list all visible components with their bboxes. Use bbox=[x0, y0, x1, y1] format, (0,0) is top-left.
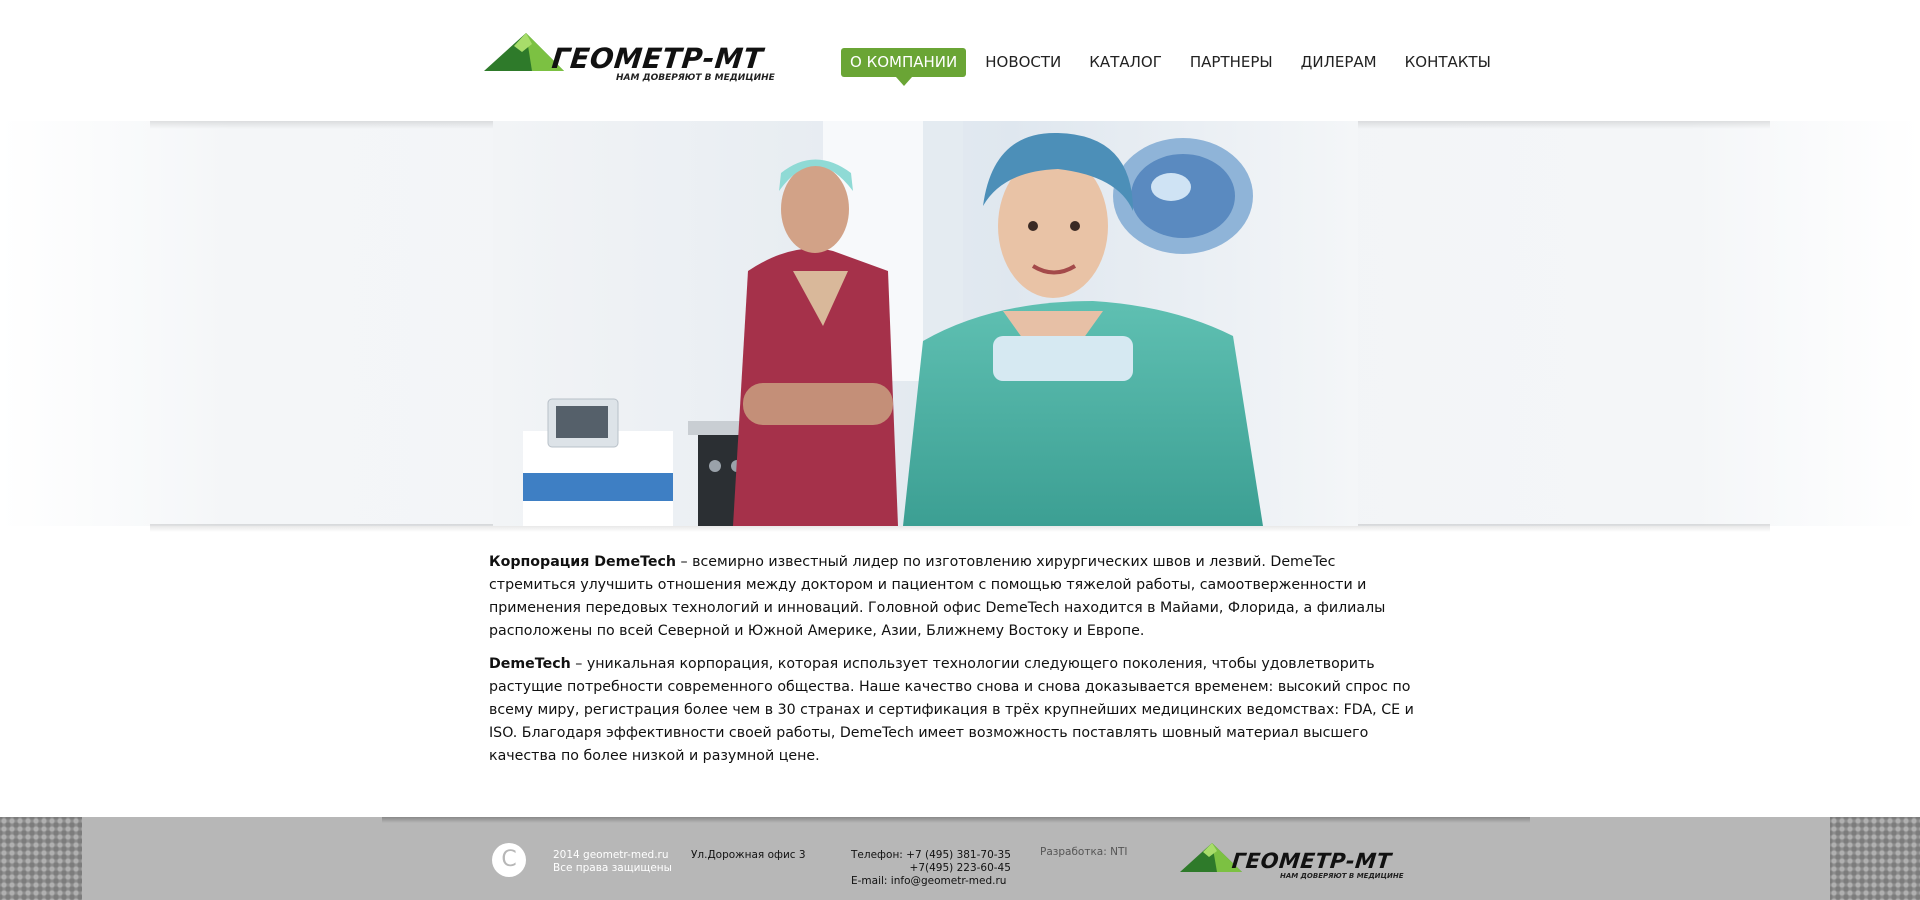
footer-logo-tagline: НАМ ДОВЕРЯЮТ В МЕДИЦИНЕ bbox=[1280, 872, 1404, 880]
phone-line-2: +7(495) 223-60-45 bbox=[909, 862, 1011, 874]
footer-address: Ул.Дорожная офис 3 bbox=[691, 849, 806, 861]
about-paragraph-2: DemeTech – уникальная корпорация, котора… bbox=[489, 653, 1419, 768]
paragraph-text: – уникальная корпорация, которая использ… bbox=[489, 656, 1414, 764]
about-content: Корпорация DemeTech – всемирно известный… bbox=[489, 551, 1419, 778]
footer-contacts: Телефон: +7 (495) 381-70-35 +7(495) 223-… bbox=[851, 849, 1011, 888]
nav-item-catalog[interactable]: КАТАЛОГ bbox=[1080, 48, 1171, 77]
site-logo[interactable]: ГЕОМЕТР-МТ НАМ ДОВЕРЯЮТ В МЕДИЦИНЕ bbox=[484, 30, 790, 86]
copyright-icon: C bbox=[492, 843, 526, 877]
footer-pattern-right bbox=[1830, 817, 1920, 900]
copyright-line-2: Все права защищены bbox=[553, 862, 672, 874]
developer-credit[interactable]: Разработка: NTI bbox=[1040, 846, 1127, 859]
copyright-line-1[interactable]: 2014 geometr-med.ru bbox=[553, 849, 672, 862]
nav-item-about[interactable]: О КОМПАНИИ bbox=[841, 48, 967, 86]
nav-item-contacts[interactable]: КОНТАКТЫ bbox=[1396, 48, 1500, 77]
nav-item-partners[interactable]: ПАРТНЕРЫ bbox=[1181, 48, 1282, 77]
site-header: ГЕОМЕТР-МТ НАМ ДОВЕРЯЮТ В МЕДИЦИНЕ О КОМ… bbox=[0, 0, 1920, 121]
footer-logo[interactable]: ГЕОМЕТР-МТ НАМ ДОВЕРЯЮТ В МЕДИЦИНЕ bbox=[1180, 840, 1408, 882]
company-name-bold: Корпорация DemeTech bbox=[489, 554, 677, 570]
footer-pattern-left bbox=[0, 817, 82, 900]
email-line[interactable]: E-mail: info@geometr-med.ru bbox=[851, 875, 1011, 888]
nav-item-news[interactable]: НОВОСТИ bbox=[976, 48, 1070, 77]
copyright-symbol: C bbox=[501, 847, 517, 872]
company-name-bold: DemeTech bbox=[489, 656, 571, 672]
main-nav: О КОМПАНИИ НОВОСТИ КАТАЛОГ ПАРТНЕРЫ ДИЛЕ… bbox=[841, 48, 1510, 86]
nav-item-dealers[interactable]: ДИЛЕРАМ bbox=[1292, 48, 1386, 77]
footer-logo-name: ГЕОМЕТР-МТ bbox=[1230, 849, 1393, 873]
copyright-text: 2014 geometr-med.ru Все права защищены bbox=[553, 849, 672, 875]
phone-line-1: Телефон: +7 (495) 381-70-35 bbox=[851, 849, 1011, 861]
hero-illustration bbox=[493, 121, 1358, 526]
about-paragraph-1: Корпорация DemeTech – всемирно известный… bbox=[489, 551, 1419, 643]
logo-tagline: НАМ ДОВЕРЯЮТ В МЕДИЦИНЕ bbox=[616, 73, 775, 83]
hero-image bbox=[493, 121, 1358, 526]
logo-name: ГЕОМЕТР-МТ bbox=[550, 42, 765, 75]
